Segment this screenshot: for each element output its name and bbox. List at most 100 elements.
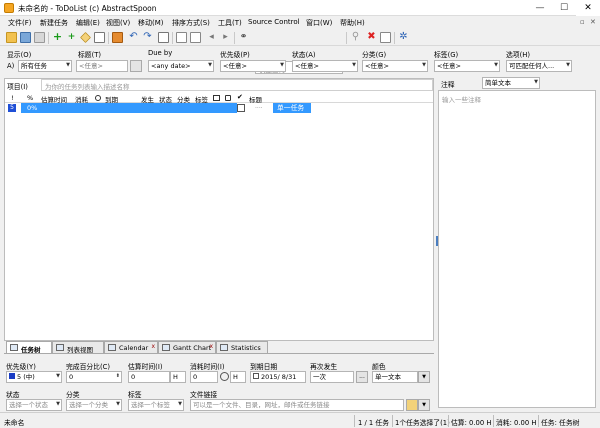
spent-label: 消耗时间(I) [190, 363, 225, 371]
tab-statistics[interactable]: Statistics [216, 341, 268, 353]
binoculars-icon[interactable]: ⚭ [238, 32, 249, 43]
undo-icon[interactable]: ↶ [128, 32, 139, 43]
remove-icon[interactable]: ✖ [366, 32, 377, 43]
filter-title-input[interactable]: <任意> [76, 60, 128, 72]
done-checkbox[interactable] [237, 104, 245, 112]
filter-priority-select[interactable]: <任意> ▼ [220, 60, 286, 72]
date-checkbox[interactable] [253, 373, 259, 379]
filter-category-select[interactable]: <任意> ▼ [362, 60, 428, 72]
menu-sort[interactable]: 排序方式(S) [172, 18, 210, 28]
file-link-dropdown-icon[interactable]: ▼ [418, 399, 430, 411]
add-task-icon[interactable]: + [52, 31, 63, 43]
filter-title-label: 标题(T) [78, 51, 102, 59]
percent-input[interactable]: 0 ⬍ [66, 371, 122, 383]
menu-view[interactable]: 视图(V) [106, 18, 130, 28]
recurrence-button[interactable]: ... [356, 371, 368, 383]
lock-icon[interactable] [225, 95, 231, 101]
col-percent[interactable]: % [27, 94, 33, 102]
table-row[interactable]: 5 0% .... 单一任务 [5, 103, 433, 113]
filter-options-select[interactable]: 可匹配任何人... ▼ [506, 60, 572, 72]
due-date-input[interactable]: 2015/ 8/31 [250, 371, 306, 383]
find-in-page-icon[interactable] [158, 32, 169, 43]
minimize-button[interactable]: — [528, 0, 552, 16]
row-dots: .... [255, 103, 263, 110]
spent-input[interactable]: 0 [190, 371, 218, 383]
filter-tags-select[interactable]: <任意> ▼ [434, 60, 500, 72]
save-icon[interactable] [20, 32, 31, 43]
menu-move[interactable]: 移动(M) [138, 18, 164, 28]
filter-title-options-icon[interactable] [130, 60, 142, 72]
priority-value: 5 (中) [17, 373, 35, 381]
close-icon[interactable]: x [151, 343, 155, 350]
task-title[interactable]: 单一任务 [273, 103, 311, 113]
menu-bar: 文件(F) 新建任务 编辑(E) 视图(V) 移动(M) 排序方式(S) 工具(… [0, 16, 600, 30]
tab-gantt-chart[interactable]: Gantt Chart x [158, 341, 216, 353]
status-est: 估算: 0.00 H [451, 419, 492, 427]
status-select[interactable]: 选择一个状态 ▼ [6, 399, 62, 411]
recurrence-input[interactable]: 一次 [310, 371, 354, 383]
tab-calendar[interactable]: Calendar x [104, 341, 158, 353]
menu-edit[interactable]: 编辑(E) [76, 18, 100, 28]
menu-source-control[interactable]: Source Control [248, 18, 300, 26]
col-priority[interactable]: ! [11, 94, 14, 102]
tags-select[interactable]: 选择一个标签 ▼ [128, 399, 184, 411]
dropdown-arrow-icon: ▼ [56, 373, 60, 379]
gear-icon[interactable]: ✲ [398, 32, 409, 43]
dropdown-arrow-icon: ▼ [66, 62, 70, 68]
mdi-pin-icon[interactable]: ▫ [580, 18, 585, 26]
filter-show-select[interactable]: 所有任务 ▼ [18, 60, 72, 72]
move-right-icon[interactable]: ▸ [220, 32, 231, 43]
maximize-button[interactable]: ☐ [552, 0, 576, 16]
edit-pencil-icon[interactable] [80, 32, 91, 43]
checkmark-icon[interactable]: ✔ [237, 93, 243, 101]
est-unit-select[interactable]: H [170, 371, 186, 383]
priority-badge: 5 [8, 104, 16, 112]
category-select[interactable]: 选择一个分类 ▼ [66, 399, 122, 411]
status-separator [538, 415, 539, 427]
menu-window[interactable]: 窗口(W) [306, 18, 332, 28]
filter-status-label: 状态(A) [292, 51, 316, 59]
spent-unit-select[interactable]: H [230, 371, 246, 383]
filter-status-select[interactable]: <任意> ▼ [292, 60, 358, 72]
est-value: 0 [131, 373, 136, 381]
close-button[interactable]: ✕ [576, 0, 600, 16]
tab-task-tree[interactable]: 任务树 [6, 341, 52, 354]
add-subtask-icon[interactable]: + [66, 32, 77, 43]
percent-label: 完成百分比(C) [66, 363, 111, 371]
tab-list-view[interactable]: 列表视图 [52, 341, 104, 354]
menu-tools[interactable]: 工具(T) [218, 18, 242, 28]
open-folder-icon[interactable] [6, 32, 17, 43]
task-list-icon[interactable] [380, 32, 391, 43]
priority-select[interactable]: 5 (中) ▼ [6, 371, 62, 383]
browse-folder-icon[interactable] [406, 399, 418, 411]
move-left-icon[interactable]: ◂ [206, 32, 217, 43]
tasklist-title-input[interactable]: 为你的任务列表输入描述名称 [41, 79, 433, 91]
find-tasks-icon[interactable]: ⚲ [350, 32, 361, 43]
menu-help[interactable]: 帮助(H) [340, 18, 365, 28]
file-link-input[interactable]: 可以是一个文件、目录，网址，邮件或任务链接 [190, 399, 404, 411]
timer-icon[interactable] [220, 372, 229, 381]
print-icon[interactable] [34, 32, 45, 43]
columns-icon[interactable] [190, 32, 201, 43]
comments-editor[interactable]: 输入一些注释 [438, 90, 596, 408]
filter-due-select[interactable]: <any date> ▼ [148, 60, 214, 72]
mdi-close-icon[interactable]: ✕ [590, 18, 596, 26]
file-link-icon[interactable] [213, 95, 220, 101]
comment-icon[interactable] [94, 32, 105, 43]
redo-icon[interactable]: ↷ [142, 32, 153, 43]
menu-file[interactable]: 文件(F) [8, 18, 32, 28]
comments-format-select[interactable]: 简单文本 ▼ [482, 77, 540, 89]
filter-priority-label: 优先级(P) [220, 51, 250, 59]
delete-task-icon[interactable] [112, 32, 123, 43]
close-icon[interactable]: x [209, 343, 213, 350]
toolbar-separator [172, 32, 173, 44]
est-input[interactable]: 0 [128, 371, 170, 383]
menu-new-task[interactable]: 新建任务 [40, 18, 68, 28]
color-select[interactable]: 单一文本 [372, 371, 418, 383]
color-dropdown-icon[interactable]: ▼ [418, 371, 430, 383]
clock-icon[interactable] [95, 95, 101, 101]
toolbar-separator [48, 32, 49, 44]
status-separator [493, 415, 494, 427]
sort-icon[interactable] [176, 32, 187, 43]
spinner-icon[interactable]: ⬍ [116, 372, 120, 381]
